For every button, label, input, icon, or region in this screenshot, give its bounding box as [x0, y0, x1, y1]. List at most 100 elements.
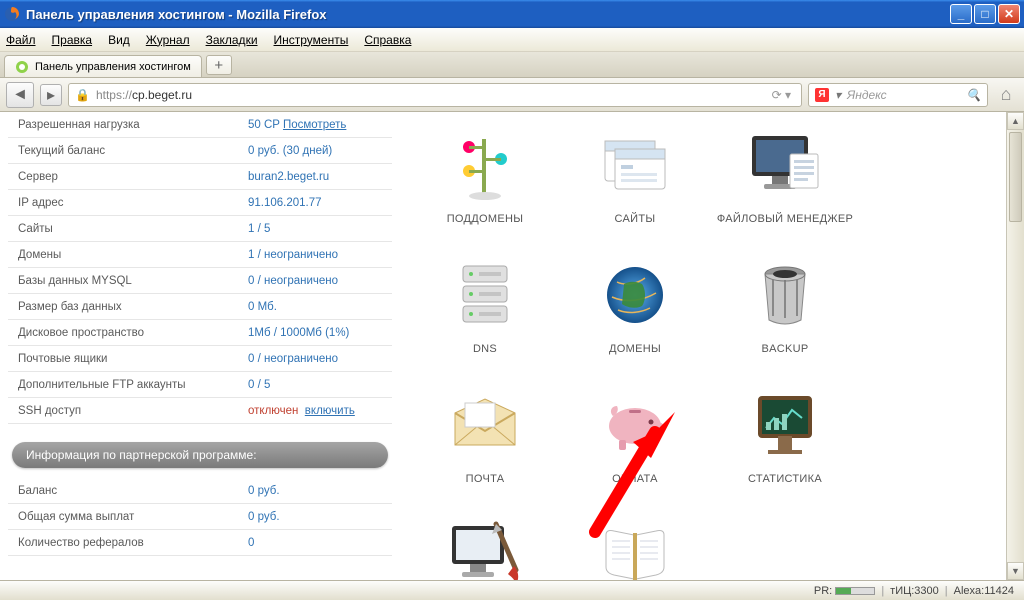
window-minimize-button[interactable]: _ [950, 4, 972, 24]
row-value: 0 руб. [248, 511, 280, 523]
grid-filemanager[interactable]: ФАЙЛОВЫЙ МЕНЕДЖЕР [710, 122, 860, 252]
row-label: IP адрес [8, 197, 248, 209]
firefox-icon [4, 6, 20, 22]
search-field[interactable]: Я ▾ Яндекс 🔍 [808, 83, 988, 107]
row-label: Сервер [8, 171, 248, 183]
account-sidebar: Разрешенная нагрузка50 CP Посмотреть Тек… [0, 112, 400, 580]
row-value: 0 руб. (30 дней) [248, 145, 332, 157]
scroll-thumb[interactable] [1009, 132, 1022, 222]
grid-label: ДОМЕНЫ [609, 343, 661, 355]
menu-help[interactable]: Справка [364, 33, 411, 47]
address-field[interactable]: 🔒 https://cp.beget.ru ⟳ ▾ [68, 83, 802, 107]
home-button[interactable]: ⌂ [994, 83, 1018, 107]
grid-domains[interactable]: ДОМЕНЫ [560, 252, 710, 382]
trash-icon [758, 262, 812, 328]
status-pr: PR: [814, 585, 875, 597]
yandex-icon: Я [815, 88, 829, 102]
menu-tools[interactable]: Инструменты [274, 33, 349, 47]
notebook-icon [600, 525, 670, 581]
grid-label: ОПЛАТА [612, 473, 658, 485]
window-titlebar: Панель управления хостингом - Mozilla Fi… [0, 0, 1024, 28]
url-scheme: https:// [96, 88, 132, 102]
row-value: 0 / неограничено [248, 353, 338, 365]
grid-stats[interactable]: СТАТИСТИКА [710, 382, 860, 512]
row-value[interactable]: buran2.beget.ru [248, 171, 329, 183]
grid-sites[interactable]: САЙТЫ [560, 122, 710, 252]
grid-label: ПОДДОМЕНЫ [447, 213, 524, 225]
server-rack-icon [457, 262, 513, 328]
row-label: Общая сумма выплат [8, 511, 248, 523]
row-value: 0 руб. [248, 485, 280, 497]
row-label: Баланс [8, 485, 248, 497]
new-tab-button[interactable]: + [206, 55, 232, 75]
window-title: Панель управления хостингом - Mozilla Fi… [26, 7, 948, 22]
row-value: 0 / неограничено [248, 275, 338, 287]
grid-label: DNS [473, 343, 497, 355]
grid-logs[interactable]: ЖУРНАЛЫ [560, 512, 710, 580]
vertical-scrollbar[interactable]: ▲ ▼ [1006, 112, 1024, 580]
grid-label: СТАТИСТИКА [748, 473, 822, 485]
row-label: Количество рефералов [8, 537, 248, 549]
row-value: 50 CP Посмотреть [248, 119, 346, 131]
window-close-button[interactable]: ✕ [998, 4, 1020, 24]
grid-label: САЙТЫ [615, 213, 656, 225]
row-value: 0 Мб. [248, 301, 277, 313]
tab-title: Панель управления хостингом [35, 61, 191, 73]
envelope-icon [449, 397, 521, 453]
menu-edit[interactable]: Правка [52, 33, 93, 47]
row-label: Дисковое пространство [8, 327, 248, 339]
status-tic: тИЦ:3300 [890, 585, 939, 597]
forward-button[interactable]: ▸ [40, 84, 62, 106]
search-go-icon[interactable]: 🔍 [966, 88, 981, 102]
grid-cms[interactable]: CMS [410, 512, 560, 580]
menubar: Файл Правка Вид Журнал Закладки Инструме… [0, 28, 1024, 52]
piggy-icon [599, 396, 671, 454]
grid-backup[interactable]: BACKUP [710, 252, 860, 382]
refresh-button[interactable]: ⟳ ▾ [772, 88, 791, 102]
row-label: Домены [8, 249, 248, 261]
row-value: 1 / неограничено [248, 249, 338, 261]
sites-icon [599, 135, 671, 195]
back-button[interactable]: ◄ [6, 82, 34, 108]
lock-icon: 🔒 [75, 88, 90, 102]
search-placeholder: Яндекс [847, 88, 887, 102]
urlbar: ◄ ▸ 🔒 https://cp.beget.ru ⟳ ▾ Я ▾ Яндекс… [0, 78, 1024, 112]
scroll-down-button[interactable]: ▼ [1007, 562, 1024, 580]
page-content: Разрешенная нагрузка50 CP Посмотреть Тек… [0, 112, 1024, 580]
ssh-enable-link[interactable]: включить [305, 405, 355, 417]
tabbar: Панель управления хостингом + [0, 52, 1024, 78]
row-label: Разрешенная нагрузка [8, 119, 248, 131]
menu-view[interactable]: Вид [108, 33, 130, 47]
url-host: cp.beget.ru [132, 88, 192, 102]
menu-history[interactable]: Журнал [146, 33, 190, 47]
monitor-brush-icon [446, 520, 524, 581]
grid-subdomains[interactable]: ПОДДОМЕНЫ [410, 122, 560, 252]
menu-file[interactable]: Файл [6, 33, 36, 47]
chart-board-icon [752, 392, 818, 458]
globe-icon [602, 262, 668, 328]
tab-active[interactable]: Панель управления хостингом [4, 55, 202, 77]
grid-dns[interactable]: DNS [410, 252, 560, 382]
row-value: отключен включить [248, 405, 355, 417]
row-value: 1Мб / 1000Мб (1%) [248, 327, 349, 339]
row-label: Дополнительные FTP аккаунты [8, 379, 248, 391]
menu-bookmarks[interactable]: Закладки [206, 33, 258, 47]
row-label: Сайты [8, 223, 248, 235]
grid-label: BACKUP [761, 343, 808, 355]
grid-label: ПОЧТА [466, 473, 505, 485]
row-value: 91.106.201.77 [248, 197, 322, 209]
row-label: Размер баз данных [8, 301, 248, 313]
row-label: Почтовые ящики [8, 353, 248, 365]
status-alexa: Alexa:11424 [954, 585, 1014, 597]
grid-label: ФАЙЛОВЫЙ МЕНЕДЖЕР [717, 213, 853, 225]
row-value: 0 / 5 [248, 379, 270, 391]
row-label: SSH доступ [8, 405, 248, 417]
main-panel: ПОДДОМЕНЫ САЙТЫ ФАЙЛОВЫЙ МЕНЕДЖЕР DNS ДО… [400, 112, 1006, 580]
window-maximize-button[interactable]: □ [974, 4, 996, 24]
statusbar: PR: | тИЦ:3300 | Alexa:11424 [0, 580, 1024, 600]
view-load-link[interactable]: Посмотреть [283, 119, 346, 131]
grid-mail[interactable]: ПОЧТА [410, 382, 560, 512]
affiliate-header: Информация по партнерской программе: [12, 442, 388, 468]
grid-payment[interactable]: ОПЛАТА [560, 382, 710, 512]
scroll-up-button[interactable]: ▲ [1007, 112, 1024, 130]
